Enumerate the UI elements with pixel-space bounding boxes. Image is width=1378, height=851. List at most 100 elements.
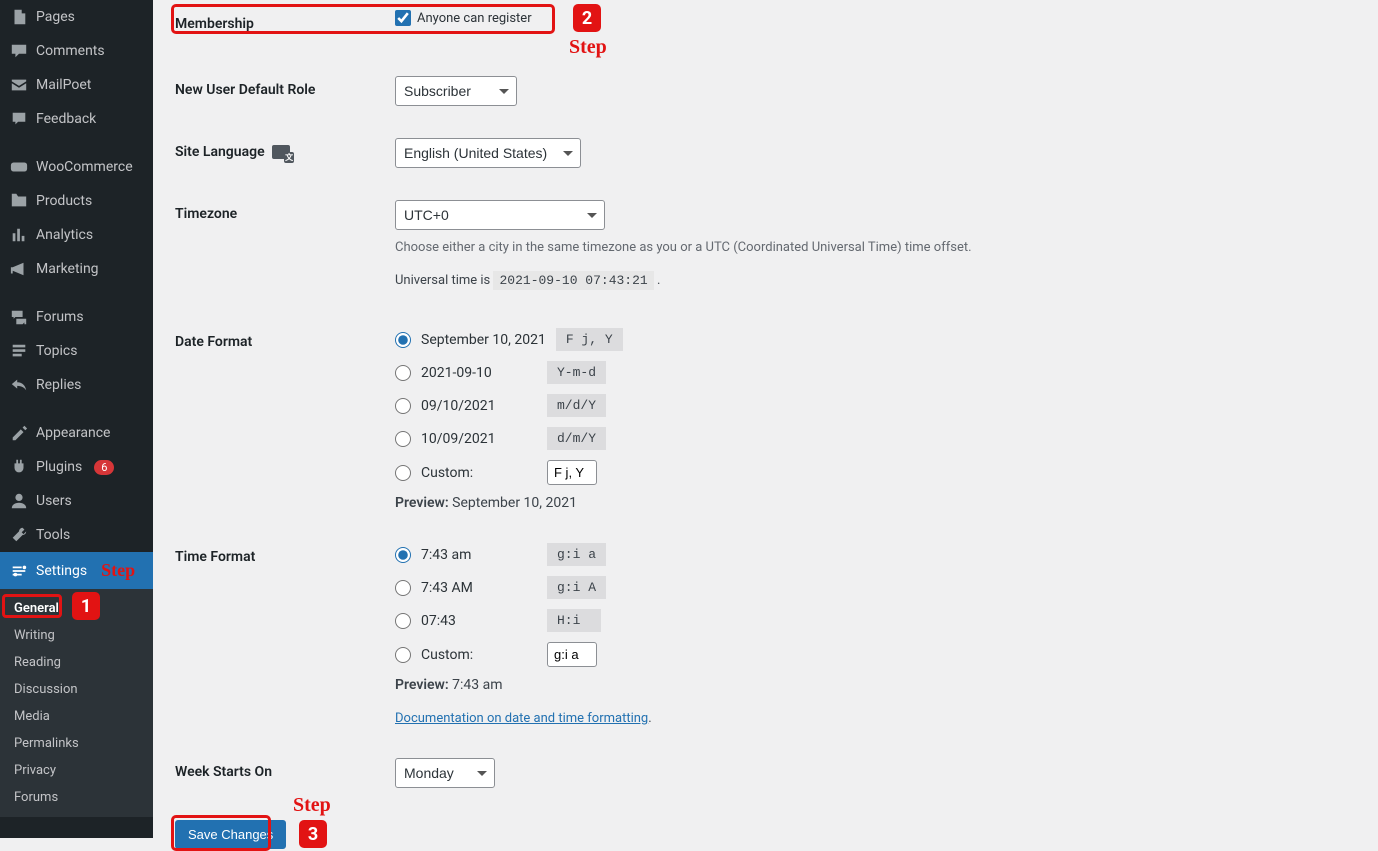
site-language-select[interactable]: English (United States) bbox=[395, 138, 581, 168]
sidebar-item-label: MailPoet bbox=[36, 77, 91, 93]
tf-label-2: 07:43 bbox=[421, 613, 537, 629]
forums-icon bbox=[10, 308, 28, 326]
timezone-select[interactable]: UTC+0 bbox=[395, 200, 605, 230]
annotation-number-1: 1 bbox=[72, 592, 100, 620]
tf-code-2: H:i bbox=[547, 609, 601, 632]
site-language-label: Site Language bbox=[175, 138, 395, 160]
date-format-custom-radio[interactable] bbox=[395, 465, 411, 481]
submenu-item-media[interactable]: Media bbox=[0, 703, 153, 730]
df-label-0: September 10, 2021 bbox=[421, 332, 546, 348]
sidebar-item-label: Topics bbox=[36, 343, 77, 359]
marketing-icon bbox=[10, 260, 28, 278]
df-code-2: m/d/Y bbox=[547, 394, 606, 417]
annotation-step-3: Step bbox=[293, 794, 331, 817]
sidebar-item-forums[interactable]: Forums bbox=[0, 300, 153, 334]
membership-checkbox[interactable] bbox=[395, 10, 411, 26]
membership-label: Membership bbox=[175, 10, 395, 32]
new-user-role-select[interactable]: Subscriber bbox=[395, 76, 517, 106]
comment-icon bbox=[10, 42, 28, 60]
date-time-doc-link[interactable]: Documentation on date and time formattin… bbox=[395, 711, 648, 726]
submenu-item-discussion[interactable]: Discussion bbox=[0, 676, 153, 703]
sidebar-item-users[interactable]: Users bbox=[0, 484, 153, 518]
sidebar-item-replies[interactable]: Replies bbox=[0, 368, 153, 402]
sidebar-item-tools[interactable]: Tools bbox=[0, 518, 153, 552]
settings-icon bbox=[10, 562, 28, 580]
sidebar-item-appearance[interactable]: Appearance bbox=[0, 416, 153, 450]
date-format-preview: Preview: September 10, 2021 bbox=[395, 495, 1356, 511]
sidebar-item-plugins[interactable]: Plugins 6 bbox=[0, 450, 153, 484]
week-starts-label: Week Starts On bbox=[175, 758, 395, 780]
sidebar-item-label: Analytics bbox=[36, 227, 93, 243]
topics-icon bbox=[10, 342, 28, 360]
membership-checkbox-row[interactable]: Anyone can register bbox=[395, 10, 1356, 26]
time-format-custom-input[interactable] bbox=[547, 642, 597, 667]
df-radio-3[interactable] bbox=[395, 431, 411, 447]
products-icon bbox=[10, 192, 28, 210]
sidebar-item-comments[interactable]: Comments bbox=[0, 34, 153, 68]
df-label-2: 09/10/2021 bbox=[421, 398, 537, 414]
feedback-icon bbox=[10, 110, 28, 128]
sidebar-item-label: Marketing bbox=[36, 261, 99, 277]
pages-icon bbox=[10, 8, 28, 26]
settings-submenu: General1WritingReadingDiscussionMediaPer… bbox=[0, 589, 153, 817]
submenu-item-general[interactable]: General1 bbox=[0, 595, 153, 622]
settings-general-content: Membership Anyone can register 2 Step Ne… bbox=[153, 0, 1378, 838]
week-starts-select[interactable]: Monday bbox=[395, 758, 495, 788]
sidebar-item-analytics[interactable]: Analytics bbox=[0, 218, 153, 252]
sidebar-item-label: Products bbox=[36, 193, 92, 209]
sidebar-item-pages[interactable]: Pages bbox=[0, 0, 153, 34]
df-code-0: F j, Y bbox=[556, 328, 623, 351]
df-radio-0[interactable] bbox=[395, 332, 411, 348]
submenu-item-permalinks[interactable]: Permalinks bbox=[0, 730, 153, 757]
df-code-3: d/m/Y bbox=[547, 427, 606, 450]
tf-radio-2[interactable] bbox=[395, 613, 411, 629]
mailpoet-icon bbox=[10, 76, 28, 94]
submenu-item-forums[interactable]: Forums bbox=[0, 784, 153, 811]
df-label-1: 2021-09-10 bbox=[421, 365, 537, 381]
submenu-item-reading[interactable]: Reading bbox=[0, 649, 153, 676]
tf-radio-1[interactable] bbox=[395, 580, 411, 596]
time-format-label: Time Format bbox=[175, 543, 395, 565]
plugins-icon bbox=[10, 458, 28, 476]
sidebar-item-label: Replies bbox=[36, 377, 81, 393]
sidebar-item-products[interactable]: Products bbox=[0, 184, 153, 218]
sidebar-item-label: WooCommerce bbox=[36, 159, 133, 175]
date-format-custom-label: Custom: bbox=[421, 465, 537, 481]
df-radio-2[interactable] bbox=[395, 398, 411, 414]
appearance-icon bbox=[10, 424, 28, 442]
df-label-3: 10/09/2021 bbox=[421, 431, 537, 447]
sidebar-item-mailpoet[interactable]: MailPoet bbox=[0, 68, 153, 102]
date-format-label: Date Format bbox=[175, 328, 395, 350]
time-format-custom-radio[interactable] bbox=[395, 647, 411, 663]
sidebar-item-label: Settings bbox=[36, 563, 87, 579]
admin-sidebar: Pages Comments MailPoet Feedback WooCommerc… bbox=[0, 0, 153, 838]
submenu-item-writing[interactable]: Writing bbox=[0, 622, 153, 649]
tf-label-1: 7:43 AM bbox=[421, 580, 537, 596]
submenu-item-privacy[interactable]: Privacy bbox=[0, 757, 153, 784]
df-radio-1[interactable] bbox=[395, 365, 411, 381]
df-code-1: Y-m-d bbox=[547, 361, 606, 384]
sidebar-item-settings[interactable]: SettingsStep bbox=[0, 552, 153, 589]
tf-label-0: 7:43 am bbox=[421, 547, 537, 563]
translate-icon bbox=[272, 145, 290, 159]
sidebar-item-label: Pages bbox=[36, 9, 75, 25]
update-badge: 6 bbox=[94, 460, 114, 475]
sidebar-item-marketing[interactable]: Marketing bbox=[0, 252, 153, 286]
users-icon bbox=[10, 492, 28, 510]
tools-icon bbox=[10, 526, 28, 544]
sidebar-item-label: Appearance bbox=[36, 425, 110, 441]
tf-code-0: g:i a bbox=[547, 543, 606, 566]
sidebar-item-label: Plugins bbox=[36, 459, 82, 475]
annotation-box-1 bbox=[2, 594, 62, 618]
woo-icon bbox=[10, 158, 28, 176]
save-button[interactable]: Save Changes bbox=[175, 820, 286, 849]
sidebar-item-label: Tools bbox=[36, 527, 70, 543]
sidebar-item-woocommerce[interactable]: WooCommerce bbox=[0, 150, 153, 184]
analytics-icon bbox=[10, 226, 28, 244]
time-format-preview: Preview: 7:43 am bbox=[395, 677, 1356, 693]
sidebar-item-feedback[interactable]: Feedback bbox=[0, 102, 153, 136]
date-format-custom-input[interactable] bbox=[547, 460, 597, 485]
tf-radio-0[interactable] bbox=[395, 547, 411, 563]
sidebar-item-topics[interactable]: Topics bbox=[0, 334, 153, 368]
sidebar-item-label: Users bbox=[36, 493, 72, 509]
